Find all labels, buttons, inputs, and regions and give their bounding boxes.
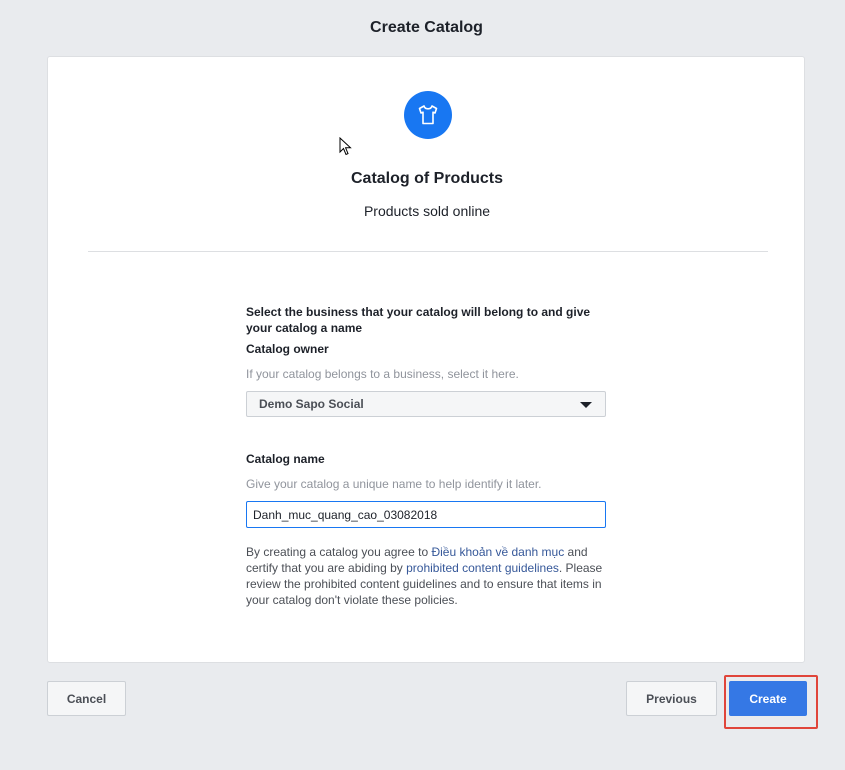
catalog-owner-help: If your catalog belongs to a business, s… xyxy=(246,367,519,381)
chevron-down-icon xyxy=(580,402,592,408)
tshirt-icon xyxy=(418,105,438,125)
catalog-form: Select the business that your catalog wi… xyxy=(246,304,606,608)
catalog-type-subtitle: Products sold online xyxy=(363,203,491,219)
terms-text: By creating a catalog you agree to Điều … xyxy=(246,544,606,608)
cancel-button[interactable]: Cancel xyxy=(47,681,126,716)
catalog-type-badge xyxy=(404,91,452,139)
catalog-owner-label: Catalog owner xyxy=(246,342,329,356)
create-button[interactable]: Create xyxy=(729,681,807,716)
mouse-cursor-icon xyxy=(339,137,352,156)
divider xyxy=(88,251,768,252)
prohibited-guidelines-link[interactable]: prohibited content guidelines xyxy=(406,561,559,575)
page-title: Create Catalog xyxy=(370,19,483,36)
catalog-owner-select[interactable]: Demo Sapo Social xyxy=(246,391,606,417)
catalog-name-label: Catalog name xyxy=(246,452,325,466)
catalog-owner-value: Demo Sapo Social xyxy=(259,397,364,411)
catalog-type-title: Catalog of Products xyxy=(350,170,503,187)
form-heading: Select the business that your catalog wi… xyxy=(246,305,591,335)
catalog-name-input[interactable] xyxy=(246,501,606,528)
catalog-name-help: Give your catalog a unique name to help … xyxy=(246,477,542,491)
previous-button[interactable]: Previous xyxy=(626,681,717,716)
catalog-terms-link[interactable]: Điều khoản về danh mục xyxy=(431,545,564,559)
terms-prefix: By creating a catalog you agree to xyxy=(246,545,432,559)
